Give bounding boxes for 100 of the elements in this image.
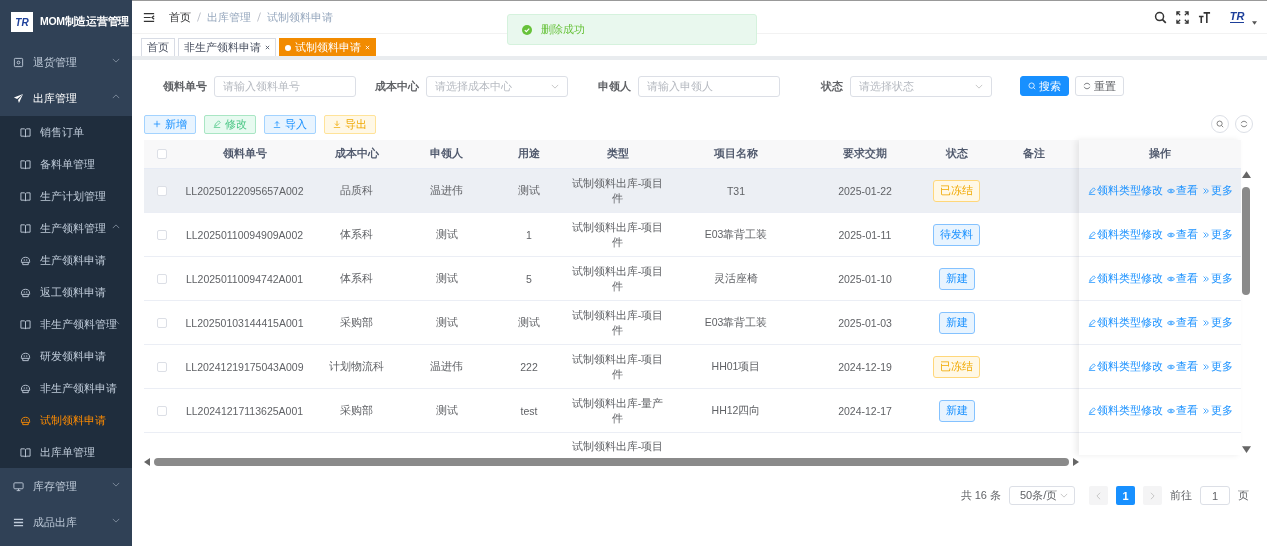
edit-type-link[interactable]: 领料类型修改 bbox=[1087, 271, 1163, 286]
table-cell: 2025-01-22 bbox=[838, 184, 892, 197]
pencil-icon bbox=[1087, 274, 1096, 283]
more-link[interactable]: 更多 bbox=[1201, 359, 1233, 374]
pencil-icon bbox=[1087, 362, 1096, 371]
menu-item[interactable]: 出库单管理 bbox=[0, 436, 132, 468]
menu-item[interactable]: 库存管理 bbox=[0, 468, 132, 504]
menu-item[interactable]: 非生产领料管理 bbox=[0, 308, 132, 340]
chevron-down-icon bbox=[551, 83, 559, 89]
scrollbar-thumb[interactable] bbox=[154, 457, 1069, 466]
book-icon bbox=[20, 126, 31, 138]
more-link[interactable]: 更多 bbox=[1201, 227, 1233, 242]
table-cell: 温进伟 bbox=[430, 183, 463, 198]
column-header: 成本中心 bbox=[333, 146, 380, 161]
chevron-up-icon bbox=[112, 224, 120, 229]
chevron-down-icon bbox=[112, 58, 120, 63]
menu-item[interactable]: 备料单管理 bbox=[0, 148, 132, 180]
input-field[interactable]: 请输入申领人 bbox=[638, 75, 780, 97]
scrollbar-thumb[interactable] bbox=[1242, 187, 1250, 295]
eye-icon bbox=[1166, 406, 1175, 415]
menu-item[interactable]: 出库管理 bbox=[0, 80, 132, 116]
menu-item[interactable]: 退货管理 bbox=[0, 44, 132, 80]
edit-type-link[interactable]: 领料类型修改 bbox=[1087, 403, 1163, 418]
menu-item[interactable]: 试制领料申请 bbox=[0, 404, 132, 436]
import-button[interactable]: 导入 bbox=[264, 114, 316, 134]
checkbox[interactable] bbox=[157, 229, 167, 240]
search-button[interactable]: 搜索 bbox=[1020, 76, 1069, 96]
list-icon bbox=[13, 516, 24, 528]
scroll-right-icon[interactable] bbox=[1073, 457, 1079, 466]
menu-item[interactable]: 销售订单 bbox=[0, 116, 132, 148]
page-number[interactable]: 1 bbox=[1116, 486, 1135, 505]
menu-item[interactable]: 返工领料申请 bbox=[0, 276, 132, 308]
scroll-up-icon[interactable] bbox=[1242, 171, 1251, 178]
select-field[interactable]: 请选择成本中心 bbox=[426, 75, 568, 97]
breadcrumb-link[interactable]: 出库管理 bbox=[207, 9, 251, 25]
status-tag: 待发料 bbox=[933, 223, 980, 246]
menu-item[interactable]: 非生产领料申请 bbox=[0, 372, 132, 404]
scroll-left-icon[interactable] bbox=[144, 457, 150, 466]
menu-item[interactable]: 生产计划管理 bbox=[0, 180, 132, 212]
text-size-icon[interactable] bbox=[1198, 10, 1211, 24]
breadcrumb-link[interactable]: 首页 bbox=[169, 9, 191, 25]
page-input[interactable]: 1 bbox=[1200, 486, 1230, 505]
menu-item[interactable]: 生产领料申请 bbox=[0, 244, 132, 276]
select-field[interactable]: 请选择状态 bbox=[850, 75, 992, 97]
search-icon bbox=[1028, 82, 1036, 90]
caret-icon[interactable] bbox=[1252, 21, 1257, 25]
edit-type-link[interactable]: 领料类型修改 bbox=[1087, 315, 1163, 330]
page-size-select[interactable]: 50条/页 bbox=[1009, 486, 1075, 505]
checkbox[interactable] bbox=[157, 405, 167, 416]
goto-label: 前往 bbox=[1170, 488, 1192, 503]
monitor-icon bbox=[13, 480, 24, 492]
edit-type-link[interactable]: 领料类型修改 bbox=[1087, 227, 1163, 242]
view-link[interactable]: 查看 bbox=[1166, 315, 1198, 330]
pencil-icon bbox=[1087, 406, 1096, 415]
more-link[interactable]: 更多 bbox=[1201, 183, 1233, 198]
checkbox[interactable] bbox=[157, 317, 167, 328]
table-cell: 2025-01-11 bbox=[838, 228, 892, 241]
book-icon bbox=[20, 158, 31, 170]
box-icon bbox=[13, 56, 24, 68]
search-button[interactable] bbox=[1211, 115, 1229, 133]
eye-icon bbox=[1166, 230, 1175, 239]
edit-button[interactable]: 修改 bbox=[204, 114, 256, 134]
input-field[interactable]: 请输入领料单号 bbox=[214, 75, 356, 97]
export-button[interactable]: 导出 bbox=[324, 114, 376, 134]
checkbox[interactable] bbox=[157, 185, 167, 196]
view-link[interactable]: 查看 bbox=[1166, 403, 1198, 418]
page-tab[interactable]: 试制领料申请 bbox=[279, 38, 376, 56]
search-icon[interactable] bbox=[1154, 10, 1167, 24]
menu-item[interactable]: 生产领料管理 bbox=[0, 212, 132, 244]
page-tab[interactable]: 首页 bbox=[141, 38, 175, 56]
pencil-icon bbox=[213, 120, 221, 128]
menu-icon[interactable] bbox=[143, 11, 155, 23]
menu-item[interactable]: 成品出库 bbox=[0, 504, 132, 540]
helmet-icon bbox=[20, 350, 31, 362]
checkbox[interactable] bbox=[157, 149, 167, 159]
edit-type-link[interactable]: 领料类型修改 bbox=[1087, 183, 1163, 198]
menu-item[interactable]: 研发领料申请 bbox=[0, 340, 132, 372]
view-link[interactable]: 查看 bbox=[1166, 183, 1198, 198]
breadcrumb-link[interactable]: 试制领料申请 bbox=[267, 9, 333, 25]
table-cell-text: 试制领料出库-量产件 bbox=[570, 395, 665, 426]
edit-type-link[interactable]: 领料类型修改 bbox=[1087, 359, 1163, 374]
view-link[interactable]: 查看 bbox=[1166, 359, 1198, 374]
status-tag: 已冻结 bbox=[933, 179, 980, 202]
refresh-button[interactable] bbox=[1235, 115, 1253, 133]
more-link[interactable]: 更多 bbox=[1201, 315, 1233, 330]
close-icon[interactable] bbox=[265, 45, 270, 50]
fullscreen-icon[interactable] bbox=[1176, 10, 1189, 24]
checkbox[interactable] bbox=[157, 273, 167, 284]
more-link[interactable]: 更多 bbox=[1201, 271, 1233, 286]
add-button[interactable]: 新增 bbox=[144, 114, 196, 134]
scroll-down-icon[interactable] bbox=[1242, 446, 1251, 453]
reset-button[interactable]: 重置 bbox=[1075, 76, 1124, 96]
view-link[interactable]: 查看 bbox=[1166, 271, 1198, 286]
double-chevron-icon bbox=[1201, 362, 1210, 371]
view-link[interactable]: 查看 bbox=[1166, 227, 1198, 242]
checkbox[interactable] bbox=[157, 361, 167, 372]
table-cell: 5 bbox=[526, 272, 532, 285]
page-tab[interactable]: 非生产领料申请 bbox=[178, 38, 276, 56]
more-link[interactable]: 更多 bbox=[1201, 403, 1233, 418]
table-cell: 采购部 bbox=[340, 403, 373, 418]
